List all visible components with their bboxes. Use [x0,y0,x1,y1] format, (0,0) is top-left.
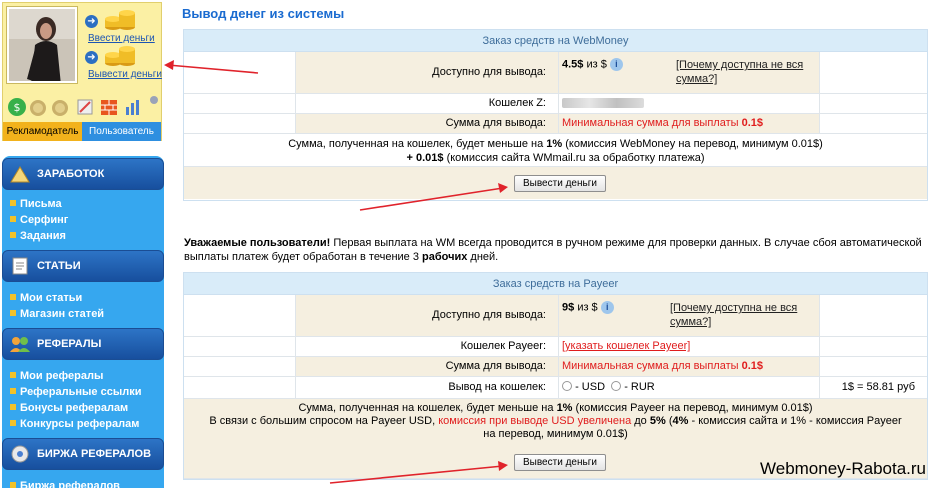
arrow-left-icon: ➜ [85,51,98,64]
wm-wallet-row: Кошелек Z: [184,94,927,114]
pencil-icon[interactable] [75,97,95,120]
deposit-link-block[interactable]: ➜ Ввести деньги [85,7,161,47]
menu-item-referral-bonuses[interactable]: Бонусы рефералам [10,400,128,416]
py-available-amount: 9$ [562,301,575,314]
py-amount-row: Сумма для вывода: Минимальная сумма для … [184,357,927,377]
info-icon[interactable]: i [609,58,623,71]
py-currency-options: - USD - RUR [562,381,655,393]
webmoney-panel: Заказ средств на WebMoney Доступно для в… [183,29,928,201]
info-icon[interactable]: i [600,301,614,314]
role-tabs: Рекламодатель Пользователь [3,122,161,141]
menu-section-earnings[interactable]: ЗАРАБОТОК [2,158,164,190]
py-why-link[interactable]: [Почему доступна не вся сумма?] [670,301,810,329]
wm-min-amount: Минимальная сумма для выплаты 0.1$ [562,117,763,129]
wm-amount-row: Сумма для вывода: Минимальная сумма для … [184,114,927,134]
menu-section-articles[interactable]: СТАТЬИ [2,250,164,282]
wm-available-row: Доступно для вывода: 4.5$ из $ i [Почему… [184,52,927,94]
webmoney-panel-header: Заказ средств на WebMoney [184,30,927,52]
wm-amount-label: Сумма для вывода: [445,117,546,129]
menu-section-referrals[interactable]: РЕФЕРАЛЫ [2,328,164,360]
payeer-panel-header: Заказ средств на Payeer [184,273,927,295]
wm-available-suffix: из $ [586,58,607,71]
py-wallet-label: Кошелек Payeer: [460,340,546,352]
py-wallet-link[interactable]: [указать кошелек Payeer] [562,340,690,352]
radio-usd-label: - USD [575,381,606,393]
menu-item-my-referrals[interactable]: Мои рефералы [10,368,103,384]
py-available-row: Доступно для вывода: 9$ из $ i [Почему д… [184,295,927,337]
wm-available-value-group: 4.5$ из $ i [562,58,623,71]
menu-item-article-shop[interactable]: Магазин статей [10,306,104,322]
page-title: Вывод денег из системы [182,6,345,21]
radio-rur[interactable] [611,381,622,391]
py-available-label: Доступно для вывода: [432,309,546,321]
sidebar-menu: ЗАРАБОТОК Письма Серфинг Задания СТАТЬИ … [2,156,164,488]
users-icon [9,334,31,354]
recycle-icon[interactable]: $ [7,97,27,120]
py-available-suffix: из $ [577,301,598,314]
py-available-value-group: 9$ из $ i [562,301,614,314]
py-exchange-rate: 1$ = 58.81 руб [841,381,915,393]
py-commission-line1: Сумма, полученная на кошелек, будет мень… [298,402,813,414]
menu-section-referral-exchange[interactable]: БИРЖА РЕФЕРАЛОВ [2,438,164,470]
wm-why-link[interactable]: [Почему доступна не вся сумма?] [676,58,816,86]
wm-available-amount: 4.5$ [562,58,584,71]
wm-wallet-value-blurred [562,98,644,109]
wm-wallet-label: Кошелек Z: [488,97,546,109]
wm-min-value: 0.1$ [741,117,764,129]
menu-item-referral-exchange[interactable]: Биржа рефералов [10,478,120,488]
py-amount-label: Сумма для вывода: [445,360,546,372]
menu-section-title: СТАТЬИ [37,260,81,272]
wm-commission-line1: Сумма, полученная на кошелек, будет мень… [288,138,823,150]
py-min-value: 0.1$ [741,360,764,372]
py-currency-row: Вывод на кошелек: - USD - RUR 1$ = 58.81… [184,377,927,399]
menu-item-referral-links[interactable]: Реферальные ссылки [10,384,141,400]
wm-button-row: Вывести деньги [184,167,927,199]
menu-item-referral-contests[interactable]: Конкурсы рефералам [10,416,139,432]
dot-icon [149,95,159,108]
bricks-icon[interactable] [99,97,119,120]
py-wallet-row: Кошелек Payeer: [указать кошелек Payeer] [184,337,927,357]
coins-icon [103,45,137,70]
menu-item-my-articles[interactable]: Мои статьи [10,290,82,306]
py-commission-line2: В связи с большим спросом на Payeer USD,… [209,415,902,440]
svg-text:$: $ [14,101,21,114]
payeer-panel: Заказ средств на Payeer Доступно для выв… [183,272,928,480]
py-min-text: Минимальная сумма для выплаты [562,360,739,372]
wm-min-text: Минимальная сумма для выплаты [562,117,739,129]
arrow-right-icon: ➜ [85,15,98,28]
tab-user[interactable]: Пользователь [82,122,161,141]
menu-item-tasks[interactable]: Задания [10,228,66,244]
exchange-icon [9,444,31,464]
wm-available-label: Доступно для вывода: [432,66,546,78]
wm-commission-row: Сумма, полученная на кошелек, будет мень… [184,134,927,167]
medal-icon[interactable] [51,97,69,120]
watermark: Webmoney-Rabota.ru [760,459,926,478]
chart-icon[interactable] [123,97,143,120]
withdraw-link-block[interactable]: ➜ Вывести деньги [85,43,162,83]
withdraw-link[interactable]: Вывести деньги [88,69,162,80]
menu-item-surfing[interactable]: Серфинг [10,212,68,228]
earnings-icon [9,164,31,184]
radio-usd[interactable] [562,381,572,391]
medal-icon[interactable] [29,97,47,120]
wm-commission-line2: + 0.01$ (комиссия сайта WMmail.ru за обр… [406,152,705,164]
profile-panel: ➜ Ввести деньги ➜ Вывести деньги $ Рекла… [2,2,162,141]
profile-icon-row: $ [7,95,163,117]
menu-section-title: ЗАРАБОТОК [37,168,105,180]
first-payout-notice: Уважаемые пользователи! Первая выплата н… [184,237,922,263]
py-currency-label: Вывод на кошелек: [448,381,546,393]
py-min-amount: Минимальная сумма для выплаты 0.1$ [562,360,763,372]
wm-withdraw-button[interactable]: Вывести деньги [514,175,606,192]
menu-item-letters[interactable]: Письма [10,196,62,212]
coins-icon [103,9,137,34]
py-withdraw-button[interactable]: Вывести деньги [514,454,606,471]
document-icon [9,256,31,276]
tab-advertiser[interactable]: Рекламодатель [3,122,82,141]
menu-section-title: РЕФЕРАЛЫ [37,338,102,350]
menu-section-title: БИРЖА РЕФЕРАЛОВ [37,448,152,460]
radio-rur-label: - RUR [624,381,655,393]
avatar[interactable] [7,7,77,83]
